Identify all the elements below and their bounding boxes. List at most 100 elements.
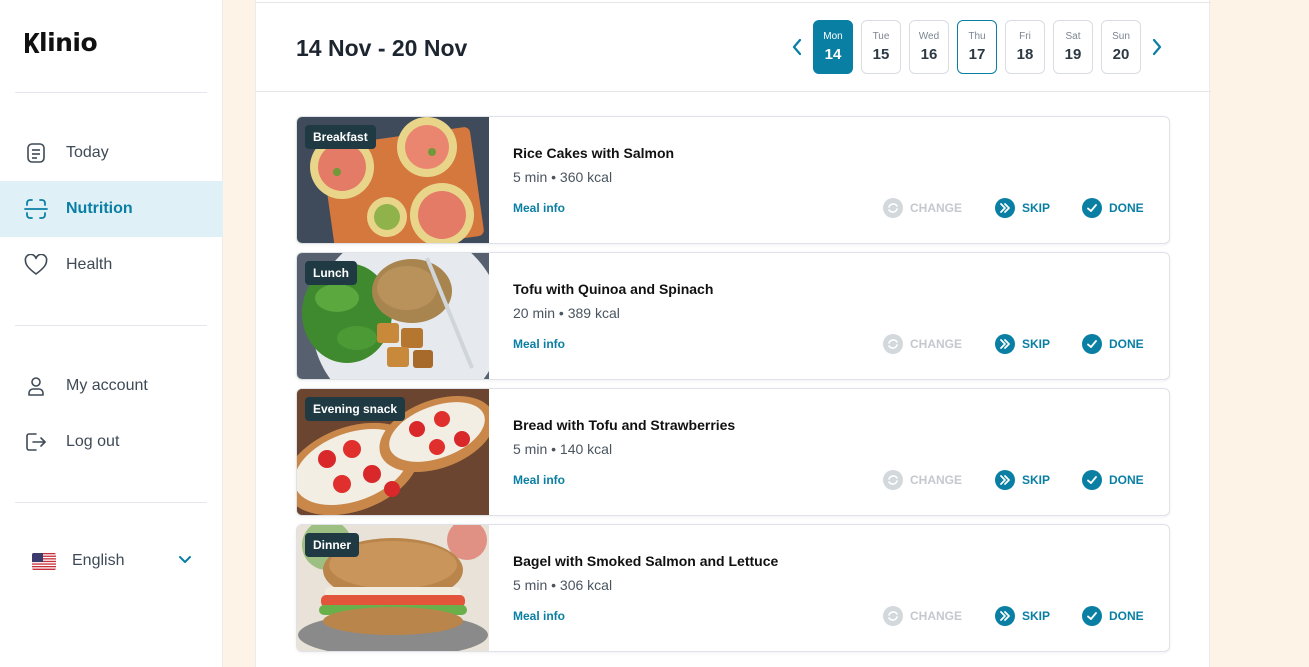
done-meal-button[interactable]: DONE xyxy=(1082,198,1144,218)
day-picker: Mon 14 Tue 15 Wed 16 Thu 17 Fri 18 Sat 1… xyxy=(813,20,1141,74)
change-label: CHANGE xyxy=(910,609,963,623)
day-thu[interactable]: Thu 17 xyxy=(957,20,997,74)
change-label: CHANGE xyxy=(910,201,963,215)
prev-week-button[interactable] xyxy=(787,37,807,57)
day-sun[interactable]: Sun 20 xyxy=(1101,20,1141,74)
heart-icon xyxy=(24,253,48,277)
sidebar-item-label: Today xyxy=(66,144,109,161)
day-date: 17 xyxy=(968,46,986,63)
change-label: CHANGE xyxy=(910,473,963,487)
language-selector[interactable]: English xyxy=(32,546,192,576)
skip-label: SKIP xyxy=(1022,337,1051,351)
done-meal-button[interactable]: DONE xyxy=(1082,606,1144,626)
meal-type-badge: Lunch xyxy=(305,261,357,285)
meal-title: Rice Cakes with Salmon xyxy=(513,145,675,161)
next-week-button[interactable] xyxy=(1147,37,1167,57)
meal-meta: 5 min • 140 kcal xyxy=(513,441,613,457)
chevron-left-icon xyxy=(792,38,802,56)
week-header: 14 Nov - 20 Nov Mon 14 Tue 15 Wed 16 Thu… xyxy=(256,3,1211,92)
done-label: DONE xyxy=(1109,201,1144,215)
refresh-icon xyxy=(883,334,903,354)
us-flag-icon xyxy=(32,552,56,570)
sidebar-item-health[interactable]: Health xyxy=(0,237,223,293)
meal-card-dinner: Dinner Bagel with Smoked Salmon and Lett… xyxy=(296,524,1170,652)
sidebar-item-label: Nutrition xyxy=(66,200,133,217)
meal-card-lunch: Lunch Tofu with Quinoa and Spinach 20 mi… xyxy=(296,252,1170,380)
check-icon xyxy=(1082,470,1102,490)
skip-meal-button[interactable]: SKIP xyxy=(995,606,1050,626)
sidebar-item-log-out[interactable]: Log out xyxy=(0,414,223,470)
day-date: 16 xyxy=(920,46,938,63)
day-date: 19 xyxy=(1064,46,1082,63)
skip-icon xyxy=(995,334,1015,354)
meal-info-link[interactable]: Meal info xyxy=(513,337,565,351)
meal-type-badge: Dinner xyxy=(305,533,360,557)
day-date: 18 xyxy=(1016,46,1034,63)
meal-photo[interactable]: Dinner xyxy=(297,525,489,651)
change-meal-button[interactable]: CHANGE xyxy=(883,470,962,490)
skip-label: SKIP xyxy=(1022,473,1051,487)
sidebar-item-today[interactable]: Today xyxy=(0,125,223,181)
day-sat[interactable]: Sat 19 xyxy=(1053,20,1093,74)
day-wed[interactable]: Wed 16 xyxy=(909,20,949,74)
change-label: CHANGE xyxy=(910,337,963,351)
meal-meta: 5 min • 360 kcal xyxy=(513,169,613,185)
check-icon xyxy=(1082,334,1102,354)
day-tue[interactable]: Tue 15 xyxy=(861,20,901,74)
skip-meal-button[interactable]: SKIP xyxy=(995,198,1050,218)
change-meal-button[interactable]: CHANGE xyxy=(883,198,962,218)
meal-info-link[interactable]: Meal info xyxy=(513,473,565,487)
change-meal-button[interactable]: CHANGE xyxy=(883,606,962,626)
refresh-icon xyxy=(883,198,903,218)
sidebar-item-my-account[interactable]: My account xyxy=(0,358,223,414)
chevron-right-icon xyxy=(1152,38,1162,56)
done-meal-button[interactable]: DONE xyxy=(1082,470,1144,490)
meal-photo[interactable]: Lunch xyxy=(297,253,489,379)
sidebar-item-label: Log out xyxy=(66,433,120,450)
meal-info-link[interactable]: Meal info xyxy=(513,201,565,215)
document-icon xyxy=(24,141,48,165)
sidebar-item-nutrition[interactable]: Nutrition xyxy=(0,181,223,237)
meal-title: Bagel with Smoked Salmon and Lettuce xyxy=(513,553,779,569)
done-label: DONE xyxy=(1109,337,1144,351)
skip-icon xyxy=(995,470,1015,490)
scan-food-icon xyxy=(24,197,48,221)
day-name: Sun xyxy=(1112,31,1130,42)
user-icon xyxy=(24,374,48,398)
day-fri[interactable]: Fri 18 xyxy=(1005,20,1045,74)
day-name: Sat xyxy=(1065,31,1081,42)
sidebar-divider xyxy=(15,92,207,93)
check-icon xyxy=(1082,198,1102,218)
meal-photo[interactable]: Evening snack xyxy=(297,389,489,515)
done-label: DONE xyxy=(1109,609,1144,623)
meal-meta: 5 min • 306 kcal xyxy=(513,577,613,593)
skip-icon xyxy=(995,198,1015,218)
logo-text: linio xyxy=(39,28,98,57)
chevron-down-icon xyxy=(178,552,192,570)
skip-label: SKIP xyxy=(1022,609,1051,623)
logo-k-icon xyxy=(24,31,40,55)
skip-meal-button[interactable]: SKIP xyxy=(995,334,1050,354)
day-mon[interactable]: Mon 14 xyxy=(813,20,853,74)
day-date: 15 xyxy=(872,46,890,63)
sidebar-divider xyxy=(15,502,207,503)
language-label: English xyxy=(72,552,125,569)
meal-type-badge: Breakfast xyxy=(305,125,376,149)
meal-card-evening-snack: Evening snack Bread with Tofu and Strawb… xyxy=(296,388,1170,516)
sidebar-item-label: Health xyxy=(66,256,113,273)
check-icon xyxy=(1082,606,1102,626)
meal-photo[interactable]: Breakfast xyxy=(297,117,489,243)
logout-icon xyxy=(24,430,48,454)
refresh-icon xyxy=(883,606,903,626)
meal-card-breakfast: Breakfast Rice Cakes with Salmon 5 min •… xyxy=(296,116,1170,244)
meal-info-link[interactable]: Meal info xyxy=(513,609,565,623)
klinio-logo[interactable]: linio xyxy=(24,28,98,57)
skip-meal-button[interactable]: SKIP xyxy=(995,470,1050,490)
done-meal-button[interactable]: DONE xyxy=(1082,334,1144,354)
meal-title: Bread with Tofu and Strawberries xyxy=(513,417,736,433)
meal-type-badge: Evening snack xyxy=(305,397,406,421)
change-meal-button[interactable]: CHANGE xyxy=(883,334,962,354)
day-date: 14 xyxy=(824,46,842,63)
skip-icon xyxy=(995,606,1015,626)
day-name: Tue xyxy=(872,31,890,42)
